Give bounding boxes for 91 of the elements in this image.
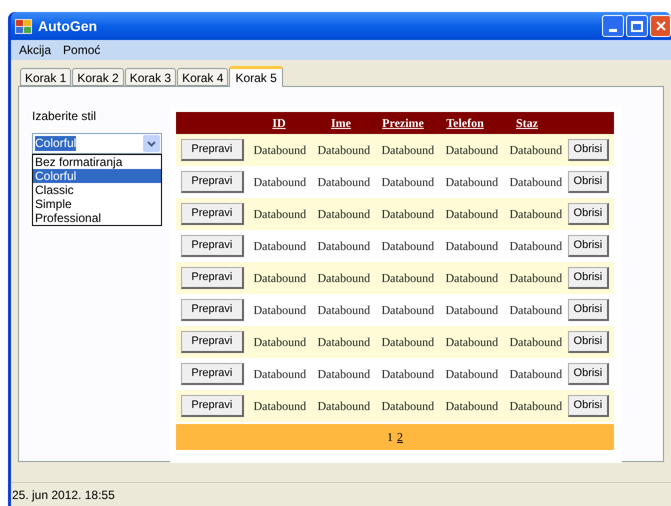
table-cell-text: Databound <box>252 142 308 159</box>
table-cell-text: Databound <box>508 206 564 223</box>
delete-button[interactable]: Obrisi <box>568 395 609 417</box>
column-header[interactable]: Prezime <box>382 114 424 132</box>
table-cell-text: Databound <box>444 366 500 383</box>
edit-button[interactable]: Prepravi <box>181 331 244 353</box>
current-page: 1 <box>387 429 393 446</box>
edit-button[interactable]: Prepravi <box>181 299 244 321</box>
edit-button[interactable]: Prepravi <box>181 235 244 257</box>
dropdown-option[interactable]: Colorful <box>33 169 161 183</box>
dropdown-option[interactable]: Classic <box>33 183 161 197</box>
column-header[interactable]: Staz <box>516 114 538 132</box>
table-cell-text: Databound <box>508 142 564 159</box>
table-cell-text: Databound <box>444 238 500 255</box>
edit-button[interactable]: Prepravi <box>181 395 244 417</box>
tab[interactable]: Korak 2 <box>72 68 124 86</box>
tab[interactable]: Korak 1 <box>20 68 72 86</box>
table-cell-text: Databound <box>380 334 436 351</box>
table-cell-text: Databound <box>444 206 500 223</box>
table-cell-text: Databound <box>444 270 500 287</box>
delete-button[interactable]: Obrisi <box>568 363 609 385</box>
table-cell-text: Databound <box>508 238 564 255</box>
table-cell-text: Databound <box>508 366 564 383</box>
delete-button[interactable]: Obrisi <box>568 171 609 193</box>
minimize-button[interactable] <box>602 15 624 37</box>
table-cell-text: Databound <box>252 270 308 287</box>
table-cell-text: Databound <box>252 174 308 191</box>
table-cell-text: Databound <box>316 398 372 415</box>
maximize-button[interactable] <box>626 15 648 37</box>
column-header[interactable]: Ime <box>331 114 351 132</box>
table-cell-text: Databound <box>508 174 564 191</box>
edit-button[interactable]: Prepravi <box>181 267 244 289</box>
edit-button[interactable]: Prepravi <box>181 203 244 225</box>
table-cell-text: Databound <box>444 142 500 159</box>
column-header[interactable]: ID <box>272 114 286 132</box>
dropdown-option[interactable]: Professional <box>33 211 161 225</box>
status-text: 25. jun 2012. 18:55 <box>12 486 115 504</box>
table-cell-text: Databound <box>252 206 308 223</box>
menu-item[interactable]: Pomoć <box>57 41 106 59</box>
table-cell-text: Databound <box>508 334 564 351</box>
edit-button[interactable]: Prepravi <box>181 139 244 161</box>
delete-button[interactable]: Obrisi <box>568 139 609 161</box>
table-cell-text: Databound <box>316 334 372 351</box>
table-cell-text: Databound <box>252 398 308 415</box>
table-cell-text: Databound <box>252 238 308 255</box>
table-cell-text: Databound <box>380 366 436 383</box>
table-cell-text: Databound <box>316 302 372 319</box>
menu-item[interactable]: Akcija <box>13 41 58 59</box>
close-button[interactable] <box>650 15 671 37</box>
table-cell-text: Databound <box>316 270 372 287</box>
table-cell-text: Databound <box>444 334 500 351</box>
close-icon <box>654 20 666 32</box>
delete-button[interactable]: Obrisi <box>568 203 609 225</box>
delete-button[interactable]: Obrisi <box>568 331 609 353</box>
table-cell-text: Databound <box>508 302 564 319</box>
delete-button[interactable]: Obrisi <box>568 299 609 321</box>
dropdown-option[interactable]: Simple <box>33 197 161 211</box>
edit-button[interactable]: Prepravi <box>181 363 244 385</box>
app-icon <box>15 18 32 34</box>
edit-button[interactable]: Prepravi <box>181 171 244 193</box>
table-cell-text: Databound <box>380 302 436 319</box>
table-cell-text: Databound <box>316 206 372 223</box>
table-cell-text: Databound <box>316 366 372 383</box>
table-cell-text: Databound <box>380 206 436 223</box>
table-cell-text: Databound <box>252 334 308 351</box>
table-cell-text: Databound <box>316 174 372 191</box>
table-cell-text: Databound <box>316 142 372 159</box>
table-cell-text: Databound <box>508 398 564 415</box>
table-cell-text: Databound <box>380 142 436 159</box>
table-cell-text: Databound <box>252 366 308 383</box>
table-cell-text: Databound <box>380 238 436 255</box>
window-title: AutoGen <box>38 16 98 36</box>
page-link[interactable]: 2 <box>397 428 403 446</box>
style-dropdown[interactable]: Colorful <box>32 133 162 154</box>
table-cell-text: Databound <box>380 174 436 191</box>
table-cell-text: Databound <box>380 398 436 415</box>
table-cell-text: Databound <box>444 398 500 415</box>
column-header[interactable]: Telefon <box>446 114 484 132</box>
tab[interactable]: Korak 4 <box>177 68 228 86</box>
dropdown-option[interactable]: Bez formatiranja <box>33 155 161 169</box>
delete-button[interactable]: Obrisi <box>568 267 609 289</box>
table-cell-text: Databound <box>316 238 372 255</box>
table-cell-text: Databound <box>444 174 500 191</box>
tab[interactable]: Korak 5 <box>229 66 283 87</box>
table-cell-text: Databound <box>508 270 564 287</box>
table-cell-text: Databound <box>380 270 436 287</box>
tab[interactable]: Korak 3 <box>124 68 176 86</box>
field-label: Izaberite stil <box>32 108 98 125</box>
delete-button[interactable]: Obrisi <box>568 235 609 257</box>
table-cell-text: Databound <box>444 302 500 319</box>
table-cell-text: Databound <box>252 302 308 319</box>
